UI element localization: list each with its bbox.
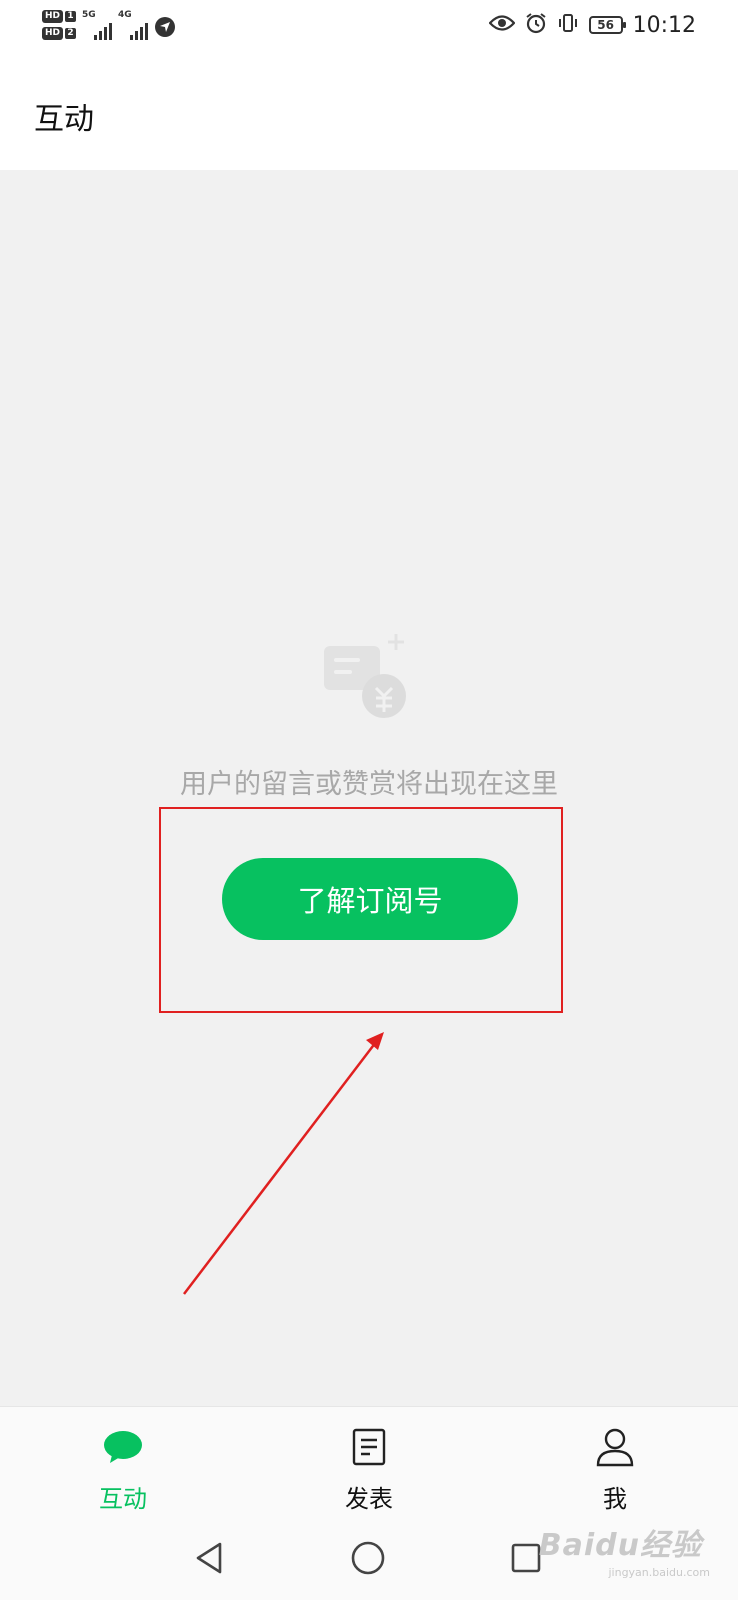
watermark-url: jingyan.baidu.com — [608, 1566, 710, 1579]
app-header: 互动 — [0, 56, 738, 170]
chat-bubble-icon — [101, 1425, 145, 1469]
document-icon — [347, 1425, 391, 1469]
alarm-icon — [525, 12, 547, 38]
back-icon[interactable] — [186, 1534, 234, 1582]
tab-interaction-label: 互动 — [99, 1485, 147, 1513]
network-5g-label: 5G — [82, 10, 96, 20]
sim2-indicator: HD 2 — [42, 27, 77, 40]
status-left: HD 1 HD 2 5G 4G — [42, 10, 176, 42]
status-right: 56 10:12 — [488, 12, 696, 38]
signal-bars-icon — [130, 23, 149, 40]
page-title: 互动 — [34, 102, 94, 137]
tab-publish-label: 发表 — [345, 1485, 393, 1513]
sim2-number: 2 — [65, 28, 77, 39]
sim1-hd-badge: HD — [42, 10, 64, 23]
sim2-hd-badge: HD — [42, 27, 64, 40]
battery-icon: 56 — [588, 16, 626, 34]
tab-publish[interactable]: 发表 — [309, 1425, 429, 1514]
clock: 10:12 — [632, 12, 696, 38]
person-icon — [593, 1425, 637, 1469]
sim1-indicator: HD 1 — [42, 10, 77, 23]
signal-4g: 4G — [118, 10, 149, 40]
annotation-arrow — [183, 1032, 384, 1295]
sim-indicators: HD 1 HD 2 — [42, 10, 77, 40]
eye-icon — [488, 14, 516, 36]
tab-interaction[interactable]: 互动 — [63, 1425, 183, 1514]
tab-me[interactable]: 我 — [555, 1425, 675, 1514]
watermark-brand: Baidu经验 — [538, 1528, 702, 1563]
home-icon[interactable] — [344, 1534, 392, 1582]
bottom-tab-bar: 互动 发表 我 — [0, 1406, 738, 1519]
signal-bars-icon — [94, 23, 113, 40]
status-bar: HD 1 HD 2 5G 4G 56 10:12 — [0, 0, 738, 56]
vibrate-icon — [557, 12, 579, 38]
location-arrow-icon — [154, 16, 176, 42]
tab-me-label: 我 — [603, 1485, 627, 1513]
signal-5g: 5G — [82, 10, 113, 40]
main-content: 用户的留言或赞赏将出现在这里 了解订阅号 — [0, 170, 738, 1406]
sim1-number: 1 — [65, 11, 77, 22]
network-4g-label: 4G — [118, 10, 132, 20]
